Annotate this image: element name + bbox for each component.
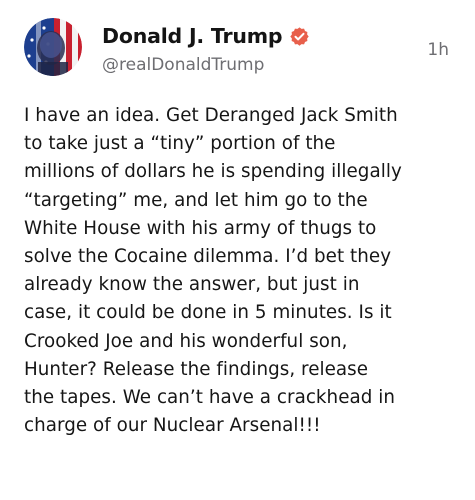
post-timestamp[interactable]: 1h [427, 40, 449, 60]
profile-avatar[interactable] [24, 18, 82, 76]
post-body-text: I have an idea. Get Deranged Jack Smith … [24, 105, 402, 437]
avatar-image [24, 18, 82, 76]
author-handle[interactable]: @realDonaldTrump [102, 55, 264, 75]
post-card: Donald J. Trump @realDonaldTrump 1h I ha… [0, 0, 475, 500]
verified-badge-icon [290, 27, 309, 46]
author-display-name[interactable]: Donald J. Trump [102, 24, 283, 48]
